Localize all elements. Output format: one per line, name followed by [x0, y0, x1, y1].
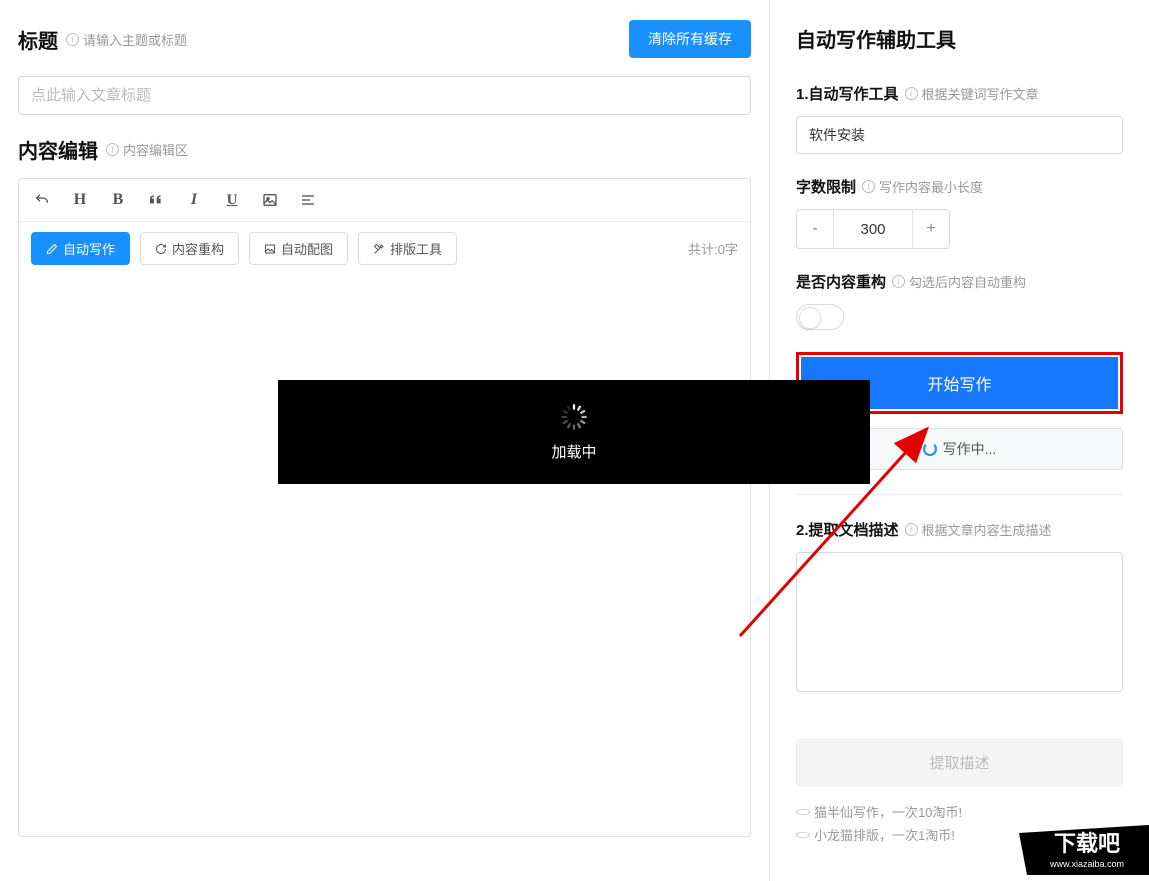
- extract-description-button[interactable]: 提取描述: [796, 739, 1123, 786]
- bold-icon[interactable]: B: [107, 189, 129, 211]
- increment-button[interactable]: +: [913, 210, 949, 248]
- assistant-panel-title: 自动写作辅助工具: [796, 24, 1123, 53]
- auto-image-label: 自动配图: [281, 239, 333, 258]
- title-section-label: 标题: [18, 25, 58, 54]
- loading-text: 加载中: [551, 441, 596, 462]
- loading-toast: 加载中: [278, 380, 870, 484]
- tool1-label: 1.自动写作工具: [796, 83, 899, 104]
- align-icon[interactable]: [297, 189, 319, 211]
- heading-icon[interactable]: H: [69, 189, 91, 211]
- word-count: 共计:0字: [688, 239, 738, 258]
- word-limit-input[interactable]: [833, 210, 913, 248]
- underline-icon[interactable]: U: [221, 189, 243, 211]
- info-icon: i: [905, 523, 918, 536]
- clear-cache-button[interactable]: 清除所有缓存: [629, 20, 751, 58]
- coin-icon: [796, 832, 810, 838]
- restructure-toggle-hint-text: 勾选后内容自动重构: [909, 272, 1026, 291]
- restructure-toggle[interactable]: [796, 304, 844, 330]
- quote-icon[interactable]: [145, 189, 167, 211]
- info-icon: i: [862, 180, 875, 193]
- title-hint-text: 请输入主题或标题: [83, 30, 187, 49]
- loading-spinner-icon: [923, 442, 937, 456]
- title-section-hint: i 请输入主题或标题: [66, 30, 187, 49]
- pencil-icon: [46, 243, 58, 255]
- layout-tool-label: 排版工具: [390, 239, 442, 258]
- restructure-toggle-hint: i 勾选后内容自动重构: [892, 272, 1026, 291]
- auto-image-button[interactable]: 自动配图: [249, 232, 348, 265]
- writing-status-label: 写作中...: [943, 439, 997, 459]
- word-limit-hint: i 写作内容最小长度: [862, 177, 983, 196]
- edit-section-hint: i 内容编辑区: [106, 140, 188, 159]
- price-note-1: 猫半仙写作，一次10淘币!: [796, 802, 1123, 821]
- italic-icon[interactable]: I: [183, 189, 205, 211]
- restructure-toggle-label: 是否内容重构: [796, 271, 886, 292]
- info-icon: i: [905, 87, 918, 100]
- tool2-label: 2.提取文档描述: [796, 519, 899, 540]
- info-icon: i: [66, 33, 79, 46]
- description-textarea[interactable]: [796, 552, 1123, 692]
- editor-container: H B I U 自动写作: [18, 178, 751, 837]
- info-icon: i: [106, 143, 119, 156]
- coin-icon: [796, 809, 810, 815]
- tools-icon: [373, 243, 385, 255]
- editor-textarea[interactable]: [19, 276, 750, 836]
- article-title-input[interactable]: [18, 76, 751, 115]
- auto-write-label: 自动写作: [63, 239, 115, 258]
- divider: [796, 494, 1123, 495]
- loading-spinner-icon: [560, 403, 588, 431]
- layout-tool-button[interactable]: 排版工具: [358, 232, 457, 265]
- tool2-hint-text: 根据文章内容生成描述: [922, 520, 1052, 539]
- undo-icon[interactable]: [31, 189, 53, 211]
- tool1-hint: i 根据关键词写作文章: [905, 84, 1039, 103]
- image-icon[interactable]: [259, 189, 281, 211]
- restructure-button[interactable]: 内容重构: [140, 232, 239, 265]
- auto-write-button[interactable]: 自动写作: [31, 232, 130, 265]
- keyword-input[interactable]: [796, 116, 1123, 154]
- info-icon: i: [892, 275, 905, 288]
- restructure-label: 内容重构: [172, 239, 224, 258]
- edit-hint-text: 内容编辑区: [123, 140, 188, 159]
- price-note-2: 小龙猫排版，一次1淘币!: [796, 825, 1123, 844]
- tool2-hint: i 根据文章内容生成描述: [905, 520, 1052, 539]
- tool1-hint-text: 根据关键词写作文章: [922, 84, 1039, 103]
- decrement-button[interactable]: -: [797, 210, 833, 248]
- word-limit-label: 字数限制: [796, 176, 856, 197]
- picture-icon: [264, 243, 276, 255]
- edit-section-label: 内容编辑: [18, 135, 98, 164]
- word-limit-hint-text: 写作内容最小长度: [879, 177, 983, 196]
- word-limit-stepper: - +: [796, 209, 950, 249]
- refresh-icon: [155, 243, 167, 255]
